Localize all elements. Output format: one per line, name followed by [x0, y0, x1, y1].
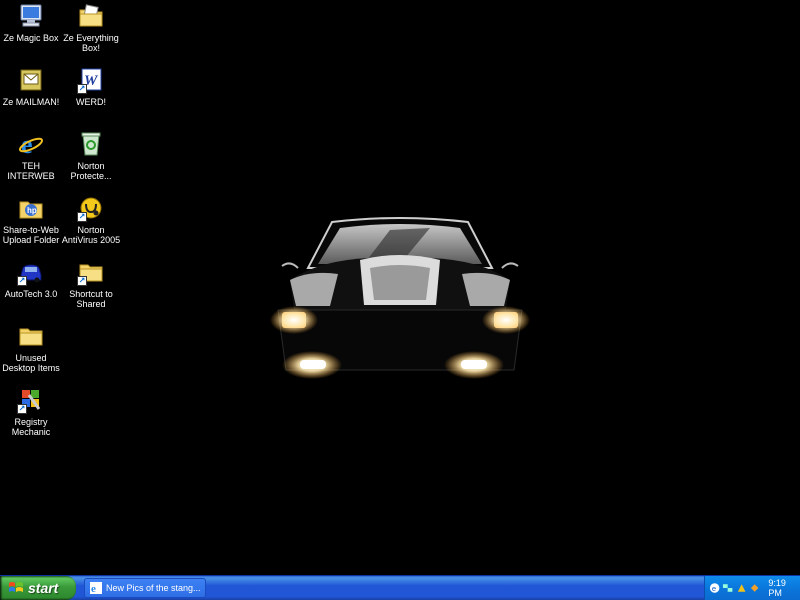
- my-computer-icon: [17, 2, 45, 30]
- desktop-icon-werd[interactable]: W ↗ WERD!: [60, 66, 122, 107]
- desktop-icon-registry-mechanic[interactable]: ↗ Registry Mechanic: [0, 386, 62, 437]
- svg-text:hp: hp: [27, 206, 37, 215]
- norton-antivirus-icon: ↗: [77, 194, 105, 222]
- taskbar-window-button[interactable]: e New Pics of the stang...: [84, 578, 206, 598]
- desktop-icon-share-to-web[interactable]: hp Share-to-Web Upload Folder: [0, 194, 62, 245]
- start-button[interactable]: start: [0, 576, 76, 600]
- desktop-icon-ze-magic-box[interactable]: Ze Magic Box: [0, 2, 62, 43]
- norton-recycle-bin-icon: [77, 130, 105, 158]
- windows-flag-icon: [9, 582, 23, 592]
- desktop-icon-norton-antivirus[interactable]: ↗ Norton AntiVirus 2005: [60, 194, 122, 245]
- desktop-icon-ze-mailman[interactable]: Ze MAILMAN!: [0, 66, 62, 107]
- system-tray: e 9:19 PM: [704, 576, 800, 600]
- autotech-car-icon: ↗: [17, 258, 45, 286]
- desktop-icon-norton-protected[interactable]: Norton Protecte...: [60, 130, 122, 181]
- shortcut-arrow-icon: ↗: [77, 276, 87, 286]
- taskbar-window-label: New Pics of the stang...: [106, 583, 201, 593]
- shortcut-arrow-icon: ↗: [77, 84, 87, 94]
- my-documents-icon: [77, 2, 105, 30]
- shortcut-arrow-icon: ↗: [17, 276, 27, 286]
- security-tray-icon[interactable]: [736, 582, 747, 594]
- word-icon: W ↗: [77, 66, 105, 94]
- wallpaper-mustang-image: [260, 210, 540, 400]
- desktop-icon-shortcut-to-shared[interactable]: ↗ Shortcut to Shared: [60, 258, 122, 309]
- desktop-icon-autotech[interactable]: ↗ AutoTech 3.0: [0, 258, 62, 299]
- taskbar: start e New Pics of the stang... e 9:19 …: [0, 575, 800, 600]
- update-tray-icon[interactable]: [749, 582, 760, 594]
- desktop-icon-ze-everything-box[interactable]: Ze Everything Box!: [60, 2, 122, 53]
- desktop-icon-teh-interweb[interactable]: e TEH INTERWEB: [0, 130, 62, 181]
- shortcut-arrow-icon: ↗: [77, 212, 87, 222]
- unused-items-folder-icon: [17, 322, 45, 350]
- desktop-icon-unused-desktop-items[interactable]: Unused Desktop Items: [0, 322, 62, 373]
- share-to-web-folder-icon: hp: [17, 194, 45, 222]
- svg-text:e: e: [91, 583, 96, 594]
- taskbar-clock[interactable]: 9:19 PM: [768, 578, 800, 598]
- registry-mechanic-icon: ↗: [17, 386, 45, 414]
- start-label: start: [28, 580, 59, 596]
- shared-folder-shortcut-icon: ↗: [77, 258, 105, 286]
- antivirus-tray-icon[interactable]: e: [709, 582, 720, 594]
- svg-text:e: e: [712, 584, 716, 593]
- network-tray-icon[interactable]: [722, 582, 733, 594]
- shortcut-arrow-icon: ↗: [17, 404, 27, 414]
- internet-explorer-icon: e: [90, 582, 102, 594]
- internet-explorer-icon: e: [17, 130, 45, 158]
- mail-icon: [17, 66, 45, 94]
- svg-text:e: e: [21, 131, 33, 157]
